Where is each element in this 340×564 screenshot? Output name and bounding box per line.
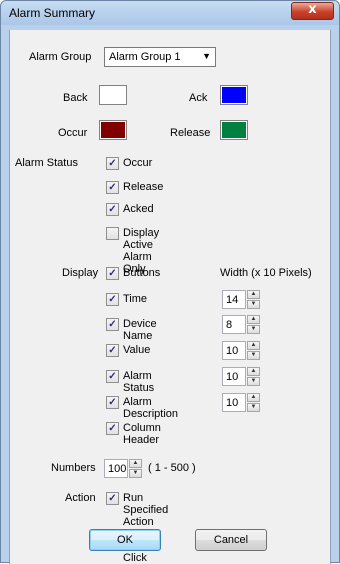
- numbers-input[interactable]: 100: [104, 459, 128, 478]
- display-label: Display: [62, 267, 99, 279]
- alarm-description-width-input[interactable]: 10: [222, 393, 246, 412]
- value-width-input[interactable]: 10: [222, 341, 246, 360]
- spin-value: 8: [226, 319, 233, 331]
- close-icon: x: [308, 2, 317, 17]
- ack-color-swatch[interactable]: [220, 85, 248, 105]
- window-title: Alarm Summary: [9, 6, 96, 20]
- numbers-range: ( 1 - 500 ): [148, 462, 196, 474]
- spin-up-icon[interactable]: ▲: [247, 393, 260, 402]
- spin-up-icon[interactable]: ▲: [247, 367, 260, 376]
- alarm-group-label: Alarm Group: [29, 51, 92, 63]
- spin-value: 14: [226, 294, 239, 306]
- spin-buttons: ▲ ▼: [247, 367, 260, 386]
- checkbox-label: Alarm Status: [123, 370, 155, 394]
- release-color-label: Release: [170, 127, 211, 139]
- occur-color-label: Occur: [58, 127, 88, 139]
- spin-down-icon[interactable]: ▼: [247, 351, 260, 360]
- title-bar[interactable]: Alarm Summary x: [1, 1, 339, 25]
- checkbox-label: Time: [123, 293, 148, 305]
- chevron-down-icon: ▼: [202, 51, 211, 61]
- checkbox-label: Run Specified Action On Double Click: [123, 492, 169, 564]
- spin-down-icon[interactable]: ▼: [129, 469, 142, 478]
- checkbox-time[interactable]: ✓: [106, 293, 119, 306]
- device-name-width-input[interactable]: 8: [222, 315, 246, 334]
- device-name-width-stepper[interactable]: 8 ▲ ▼: [222, 315, 262, 334]
- checkbox-display-active[interactable]: [106, 227, 119, 240]
- spin-value: 100: [108, 463, 127, 475]
- spin-value: 10: [226, 371, 239, 383]
- spin-buttons: ▲ ▼: [247, 290, 260, 309]
- checkbox-occur[interactable]: ✓: [106, 157, 119, 170]
- alarm-status-width-stepper[interactable]: 10 ▲ ▼: [222, 367, 262, 386]
- checkbox-acked[interactable]: ✓: [106, 203, 119, 216]
- alarm-status-label: Alarm Status: [15, 157, 78, 169]
- dialog-body: Alarm Group Alarm Group 1 ▼ Back Ack Occ…: [9, 30, 331, 564]
- alarm-group-select[interactable]: Alarm Group 1 ▼: [104, 47, 216, 67]
- checkbox-alarm-status[interactable]: ✓: [106, 370, 119, 383]
- spin-value: 10: [226, 345, 239, 357]
- numbers-stepper[interactable]: 100 ▲ ▼: [104, 459, 144, 478]
- spin-down-icon[interactable]: ▼: [247, 377, 260, 386]
- spin-value: 10: [226, 397, 239, 409]
- checkbox-label: Device Name: [123, 318, 157, 342]
- spin-down-icon[interactable]: ▼: [247, 403, 260, 412]
- checkbox-label: Column Header: [123, 422, 161, 446]
- spin-up-icon[interactable]: ▲: [247, 341, 260, 350]
- occur-color-swatch[interactable]: [99, 120, 127, 140]
- alarm-summary-dialog: Alarm Summary x Alarm Group Alarm Group …: [0, 0, 340, 564]
- spin-up-icon[interactable]: ▲: [129, 459, 142, 468]
- checkbox-label: Buttons: [123, 267, 161, 279]
- checkbox-label: Value: [123, 344, 151, 356]
- checkbox-run-action[interactable]: ✓: [106, 492, 119, 505]
- checkbox-label: Acked: [123, 203, 154, 215]
- alarm-description-width-stepper[interactable]: 10 ▲ ▼: [222, 393, 262, 412]
- width-header: Width (x 10 Pixels): [220, 267, 312, 279]
- close-button[interactable]: x: [291, 2, 334, 20]
- checkbox-alarm-description[interactable]: ✓: [106, 396, 119, 409]
- spin-buttons: ▲ ▼: [129, 459, 142, 478]
- alarm-group-value: Alarm Group 1: [109, 51, 181, 63]
- numbers-label: Numbers: [51, 462, 96, 474]
- spin-up-icon[interactable]: ▲: [247, 315, 260, 324]
- checkbox-label: Occur: [123, 157, 153, 169]
- checkbox-label: Alarm Description: [123, 396, 179, 420]
- checkbox-buttons[interactable]: ✓: [106, 267, 119, 280]
- back-color-label: Back: [63, 92, 88, 104]
- action-label: Action: [65, 492, 96, 504]
- checkbox-release[interactable]: ✓: [106, 181, 119, 194]
- checkbox-column-header[interactable]: ✓: [106, 422, 119, 435]
- back-color-swatch[interactable]: [99, 85, 127, 105]
- checkbox-device-name[interactable]: ✓: [106, 318, 119, 331]
- spin-down-icon[interactable]: ▼: [247, 300, 260, 309]
- ok-button[interactable]: OK: [89, 529, 161, 551]
- checkbox-value[interactable]: ✓: [106, 344, 119, 357]
- cancel-button[interactable]: Cancel: [195, 529, 267, 551]
- spin-down-icon[interactable]: ▼: [247, 325, 260, 334]
- time-width-input[interactable]: 14: [222, 290, 246, 309]
- checkbox-label: Release: [123, 181, 164, 193]
- spin-buttons: ▲ ▼: [247, 393, 260, 412]
- spin-up-icon[interactable]: ▲: [247, 290, 260, 299]
- value-width-stepper[interactable]: 10 ▲ ▼: [222, 341, 262, 360]
- time-width-stepper[interactable]: 14 ▲ ▼: [222, 290, 262, 309]
- release-color-swatch[interactable]: [220, 120, 248, 140]
- alarm-status-width-input[interactable]: 10: [222, 367, 246, 386]
- ack-color-label: Ack: [189, 92, 208, 104]
- spin-buttons: ▲ ▼: [247, 315, 260, 334]
- spin-buttons: ▲ ▼: [247, 341, 260, 360]
